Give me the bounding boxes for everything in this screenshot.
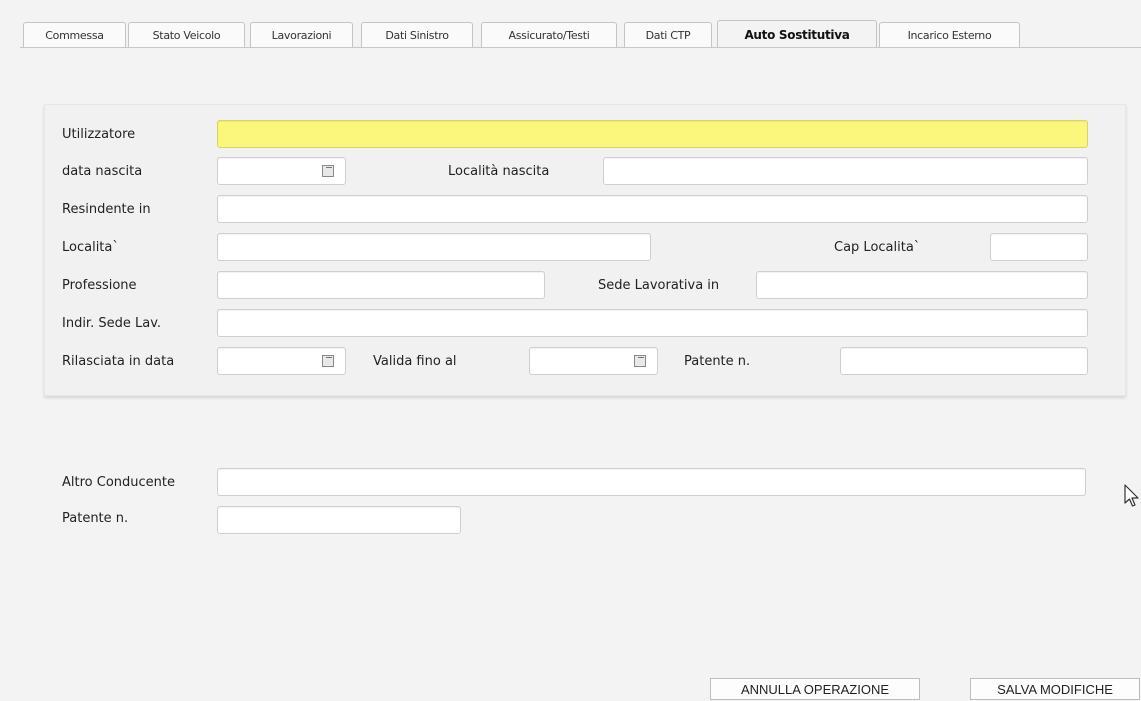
indir-sede-input[interactable] [217,309,1088,337]
valida-fino-label: Valida fino al [373,354,457,369]
tab-divider [20,47,1141,48]
localita-input[interactable] [217,233,651,261]
professione-input[interactable] [217,271,545,299]
utilizzatore-label: Utilizzatore [62,127,136,142]
rilasciata-label: Rilasciata in data [62,354,175,369]
sede-lavorativa-label: Sede Lavorativa in [598,278,720,293]
tab-lavorazioni[interactable]: Lavorazioni [250,22,353,47]
altro-conducente-label: Altro Conducente [62,475,175,490]
tab-auto-sostitutiva[interactable]: Auto Sostitutiva [717,20,877,48]
utilizzatore-input[interactable] [217,120,1088,148]
professione-label: Professione [62,278,137,293]
mouse-cursor-icon [1124,484,1139,507]
residente-input[interactable] [217,195,1088,223]
localita-nascita-input[interactable] [603,157,1088,185]
cap-localita-label: Cap Localita` [834,240,921,255]
calendar-icon[interactable] [322,355,334,367]
tab-bar: Commessa Stato Veicolo Lavorazioni Dati … [0,0,1141,50]
localita-label: Localita` [62,240,119,255]
cap-localita-input[interactable] [990,233,1088,261]
patente-label: Patente n. [684,354,751,369]
patente-input[interactable] [840,347,1088,375]
sede-lavorativa-input[interactable] [756,271,1088,299]
localita-nascita-label: Località nascita [448,164,550,179]
salva-modifiche-button[interactable]: SALVA MODIFICHE [970,678,1140,700]
residente-label: Resindente in [62,202,151,217]
tab-incarico-esterno[interactable]: Incarico Esterno [879,22,1020,47]
calendar-icon[interactable] [634,355,646,367]
altro-patente-label: Patente n. [62,511,129,526]
tab-stato-veicolo[interactable]: Stato Veicolo [128,22,245,47]
tab-dati-sinistro[interactable]: Dati Sinistro [361,22,473,47]
calendar-icon[interactable] [322,165,334,177]
tab-dati-ctp[interactable]: Dati CTP [624,22,712,47]
indir-sede-label: Indir. Sede Lav. [62,316,162,331]
annulla-operazione-button[interactable]: ANNULLA OPERAZIONE [710,678,920,700]
data-nascita-label: data nascita [62,164,143,179]
altro-conducente-input[interactable] [217,468,1086,496]
tab-assicurato-testi[interactable]: Assicurato/Testi [481,22,617,47]
altro-patente-input[interactable] [217,506,461,534]
tab-commessa[interactable]: Commessa [23,22,126,47]
